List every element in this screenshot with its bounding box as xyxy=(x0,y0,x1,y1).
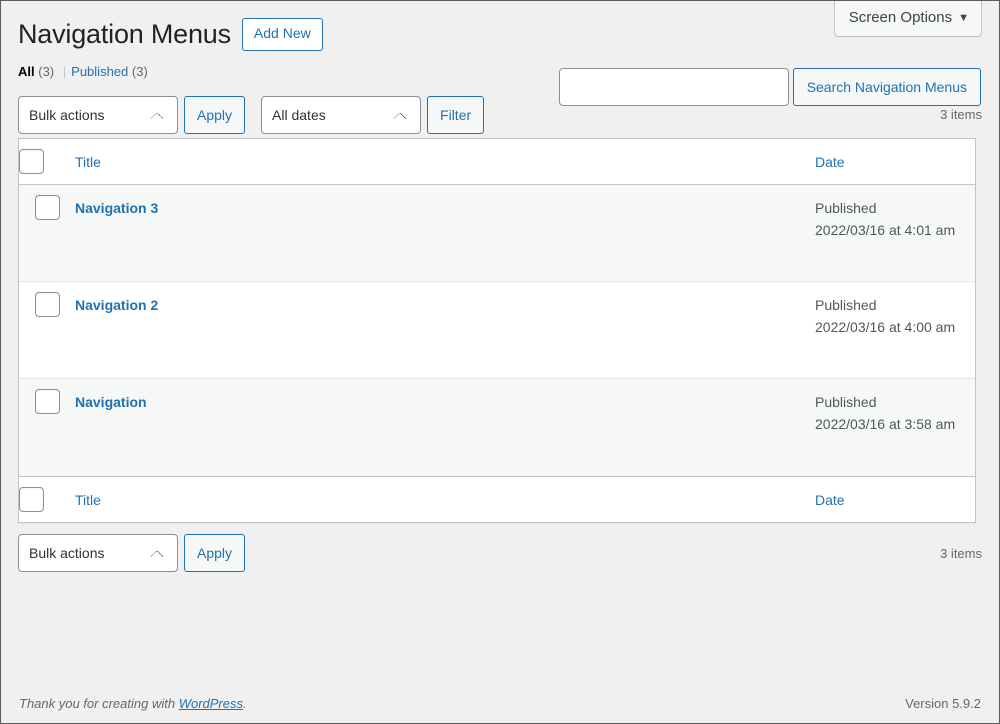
admin-footer: Thank you for creating with WordPress. V… xyxy=(19,696,981,711)
view-separator: | xyxy=(62,64,67,79)
screen-meta-links: Screen Options ▼ xyxy=(833,1,982,37)
items-count-bottom: 3 items xyxy=(940,545,982,561)
bulk-apply-button-top[interactable]: Apply xyxy=(184,95,246,134)
sort-link-date-top[interactable]: Date xyxy=(815,154,845,170)
table-foot: Title Date xyxy=(19,476,975,522)
bulk-actions-group-bottom: Bulk actions Apply xyxy=(18,534,246,572)
date-filter-group: All dates Filter xyxy=(261,95,485,134)
row-date-cell: Published 2022/03/16 at 4:00 am xyxy=(815,282,975,379)
date-filter-select[interactable]: All dates xyxy=(261,95,422,134)
row-date-status: Published xyxy=(815,394,877,410)
add-new-button[interactable]: Add New xyxy=(241,18,323,51)
row-date-status: Published xyxy=(815,297,877,313)
sort-link-title-bottom[interactable]: Title xyxy=(75,492,101,508)
select-all-checkbox-top[interactable] xyxy=(19,149,44,174)
select-all-footer xyxy=(19,476,75,522)
table-header-row: Title Date xyxy=(19,139,975,185)
tablenav-bottom: Bulk actions Apply 3 items xyxy=(18,531,982,575)
table-row: Navigation 3 Published 2022/03/16 at 4:0… xyxy=(19,185,975,282)
row-date-cell: Published 2022/03/16 at 3:58 am xyxy=(815,379,975,476)
row-title-cell: Navigation xyxy=(75,379,815,476)
row-select-cell xyxy=(19,282,75,379)
screen-options-label: Screen Options xyxy=(848,9,953,26)
table-footer-row: Title Date xyxy=(19,476,975,522)
column-header-title: Title xyxy=(75,139,815,185)
tablenav-top: Bulk actions Apply All dates Filter 3 it… xyxy=(18,91,982,138)
footer-thanks-suffix: . xyxy=(243,696,247,711)
bulk-actions-group-top: Bulk actions Apply xyxy=(18,95,246,134)
select-all-header xyxy=(19,139,75,185)
row-date-value: 2022/03/16 at 4:00 am xyxy=(815,318,956,335)
view-link-all[interactable]: All xyxy=(18,64,35,79)
column-footer-title: Title xyxy=(75,476,815,522)
filter-button[interactable]: Filter xyxy=(427,95,485,134)
admin-page-wrap: Screen Options ▼ Navigation Menus Add New… xyxy=(1,1,999,723)
bulk-actions-select-bottom[interactable]: Bulk actions xyxy=(18,534,178,572)
footer-thankyou: Thank you for creating with WordPress. xyxy=(19,696,247,711)
table-head: Title Date xyxy=(19,139,975,185)
row-date-cell: Published 2022/03/16 at 4:01 am xyxy=(815,185,975,282)
row-date-value: 2022/03/16 at 4:01 am xyxy=(815,221,956,238)
row-title-link[interactable]: Navigation 2 xyxy=(75,297,158,313)
row-title-link[interactable]: Navigation xyxy=(75,394,147,410)
table-row: Navigation Published 2022/03/16 at 3:58 … xyxy=(19,379,975,476)
footer-version: Version 5.9.2 xyxy=(905,696,981,711)
sort-link-date-bottom[interactable]: Date xyxy=(815,492,845,508)
bulk-apply-button-bottom[interactable]: Apply xyxy=(184,534,246,572)
view-count-published: (3) xyxy=(131,64,148,79)
column-header-date: Date xyxy=(815,139,975,185)
items-count-top: 3 items xyxy=(940,107,982,122)
view-item-all: All (3) | xyxy=(18,59,71,85)
row-checkbox[interactable] xyxy=(35,195,60,220)
wordpress-link[interactable]: WordPress xyxy=(179,696,243,711)
row-title-link[interactable]: Navigation 3 xyxy=(75,200,158,216)
chevron-down-icon: ▼ xyxy=(958,12,969,24)
row-checkbox[interactable] xyxy=(35,292,60,317)
page-title: Navigation Menus xyxy=(18,18,231,49)
navigation-menus-table: Title Date Navigation 3 Published 2022/0… xyxy=(18,138,976,523)
row-title-cell: Navigation 3 xyxy=(75,185,815,282)
sort-link-title-top[interactable]: Title xyxy=(75,154,101,170)
row-select-cell xyxy=(19,379,75,476)
select-all-checkbox-bottom[interactable] xyxy=(19,487,44,512)
row-date-value: 2022/03/16 at 3:58 am xyxy=(815,415,956,432)
row-checkbox[interactable] xyxy=(35,389,60,414)
row-date-status: Published xyxy=(815,200,877,216)
view-item-published: Published (3) xyxy=(71,59,148,85)
footer-thanks-prefix: Thank you for creating with xyxy=(19,696,179,711)
view-count-all: (3) xyxy=(38,64,55,79)
table-row: Navigation 2 Published 2022/03/16 at 4:0… xyxy=(19,282,975,379)
screen-options-button[interactable]: Screen Options ▼ xyxy=(833,1,982,37)
column-footer-date: Date xyxy=(815,476,975,522)
row-select-cell xyxy=(19,185,75,282)
table-body: Navigation 3 Published 2022/03/16 at 4:0… xyxy=(19,185,975,476)
bulk-actions-select-top[interactable]: Bulk actions xyxy=(18,95,178,134)
view-link-published[interactable]: Published xyxy=(71,64,128,79)
row-title-cell: Navigation 2 xyxy=(75,282,815,379)
